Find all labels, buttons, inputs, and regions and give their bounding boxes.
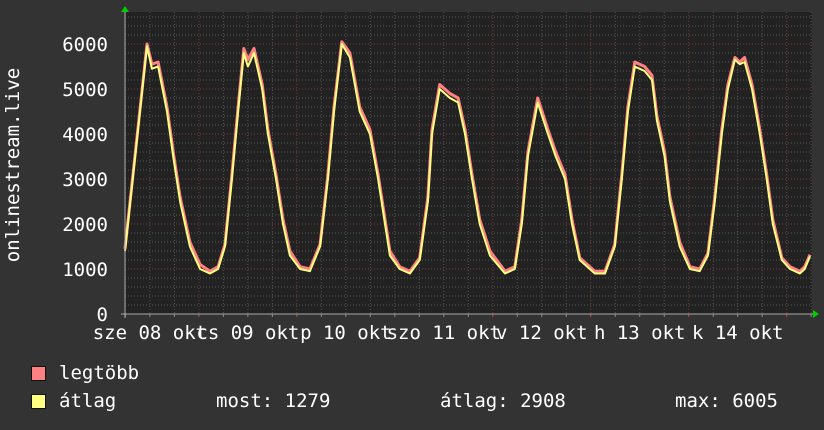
x-tick-label: sze 08 okt [93,322,207,344]
x-tick-label: szo 11 okt [387,322,501,344]
y-tick-label: 1000 [62,259,108,281]
y-tick-label: 3000 [62,169,108,191]
y-tick-label: 5000 [62,79,108,101]
y-axis-label: onlinestream.live [2,68,24,262]
y-tick-label: 2000 [62,214,108,236]
x-tick-label: cs 09 okt [196,322,299,344]
x-tick-label: k 14 okt [692,322,784,344]
x-tick-label: p 10 okt [300,322,392,344]
x-tick-label: v 12 okt [496,322,588,344]
y-axis-arrow-icon [121,6,129,12]
legend-label-max: legtöbb [59,362,140,384]
x-axis-arrow-icon [813,310,819,318]
legend-swatch-max [31,366,46,381]
stat-average: átlag: 2908 [440,390,566,412]
x-tick-label: h 13 okt [594,322,686,344]
legend-label-avg: átlag [59,390,117,412]
y-tick-label: 4000 [62,124,108,146]
y-tick-label: 6000 [62,34,108,56]
legend-swatch-avg [31,394,46,409]
stat-now: most: 1279 [216,390,331,412]
stat-max: max: 6005 [675,390,778,412]
